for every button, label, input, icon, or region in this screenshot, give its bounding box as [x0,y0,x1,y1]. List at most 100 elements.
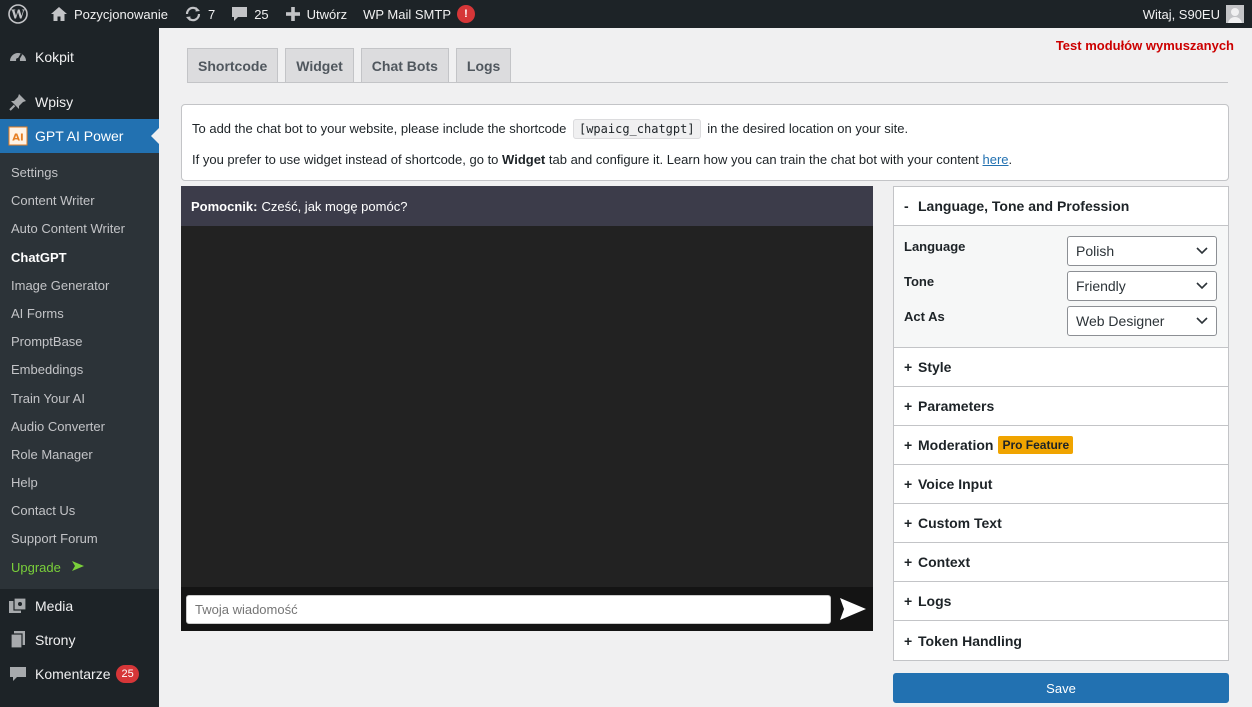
save-button[interactable]: Save [893,673,1229,703]
sidebar-item-media[interactable]: Media [0,589,159,623]
section-voice-input[interactable]: + Voice Input [894,465,1228,504]
field-act-as: Act As Web Designer [904,306,1217,341]
field-tone: Tone Friendly [904,271,1217,306]
chat-preview: Pomocnik: Cześć, jak mogę pomóc? [181,186,873,631]
sidebar-item-dashboard[interactable]: Kokpit [0,40,159,74]
train-link[interactable]: here [983,152,1009,167]
tabs-divider [187,82,1228,83]
wordpress-menu[interactable]: W [0,0,42,28]
comments-badge: 25 [116,664,139,683]
collapse-sign: - [904,198,909,214]
submenu-item-audio-converter[interactable]: Audio Converter [0,413,159,441]
submenu-item-train-your-ai[interactable]: Train Your AI [0,385,159,413]
bot-name: Pomocnik: [191,198,258,214]
plus-icon [285,7,300,21]
sidebar-item-pages[interactable]: Strony [0,623,159,657]
select-value: Friendly [1076,278,1126,294]
tab-chat-bots[interactable]: Chat Bots [360,48,449,83]
submenu-item-chatgpt[interactable]: ChatGPT [0,244,159,272]
submenu-item-promptbase[interactable]: PromptBase [0,328,159,356]
language-tone-body: Language Polish Tone Friendly Act As Web… [894,226,1228,348]
shortcode-instructions: To add the chat bot to your website, ple… [192,119,1218,139]
avatar-icon [1226,5,1244,23]
tab-shortcode[interactable]: Shortcode [187,48,279,83]
wp-mail-smtp-link[interactable]: WP Mail SMTP ! [355,0,483,28]
sidebar-item-label: Media [35,597,74,614]
upgrade-label: Upgrade [11,559,61,575]
sidebar-item-label: Komentarze [35,665,111,682]
section-context[interactable]: + Context [894,543,1228,582]
submenu-item-content-writer[interactable]: Content Writer [0,187,159,215]
widget-instructions: If you prefer to use widget instead of s… [192,150,1218,169]
section-style[interactable]: + Style [894,348,1228,387]
alert-icon: ! [457,5,475,23]
bot-message: Pomocnik: Cześć, jak mogę pomóc? [181,186,873,226]
updates-link[interactable]: 7 [176,0,223,28]
settings-accordion: - Language, Tone and Profession Language… [893,186,1229,661]
language-select[interactable]: Polish [1067,236,1217,266]
send-icon [840,598,866,620]
sidebar-item-label: Strony [35,631,76,648]
expand-sign: + [904,593,913,609]
info-text: If you prefer to use widget instead of s… [192,152,499,167]
section-token-handling[interactable]: + Token Handling [894,621,1228,660]
sidebar-item-label: Kokpit [35,49,74,65]
submenu-item-image-generator[interactable]: Image Generator [0,272,159,300]
home-icon [51,7,67,21]
submenu-item-contact-us[interactable]: Contact Us [0,497,159,525]
sidebar-item-posts[interactable]: Wpisy [0,85,159,119]
select-value: Web Designer [1076,313,1165,329]
submenu-item-help[interactable]: Help [0,469,159,497]
sidebar-item-gpt-ai-power[interactable]: AI GPT AI Power [0,119,159,153]
expand-sign: + [904,359,913,375]
updates-icon [185,6,201,22]
tab-bar: Shortcode Widget Chat Bots Logs [187,48,512,83]
info-text: in the desired location on your site. [707,121,909,136]
chevron-down-icon [1196,247,1208,255]
site-name-link[interactable]: Pozycjonowanie [42,0,176,28]
chat-message-input[interactable] [186,594,831,624]
greeting: Witaj, S90EU [1142,6,1220,22]
shortcode-info-box: To add the chat bot to your website, ple… [181,104,1229,181]
submenu-item-settings[interactable]: Settings [0,159,159,187]
info-text: tab and configure it. Learn how you can … [548,152,979,167]
chat-input-row [181,587,873,631]
field-label: Tone [904,274,935,289]
comment-icon [8,664,28,684]
send-button[interactable] [837,593,869,625]
main-content: Test modułów wymuszanych Shortcode Widge… [159,28,1252,707]
info-text: . [1008,152,1013,167]
submenu-item-ai-forms[interactable]: AI Forms [0,300,159,328]
tone-select[interactable]: Friendly [1067,271,1217,301]
admin-bar: W Pozycjonowanie 7 25 Utwórz WP Mail SMT… [0,0,1252,28]
expand-sign: + [904,515,913,531]
submenu-item-role-manager[interactable]: Role Manager [0,441,159,469]
svg-text:W: W [10,8,25,22]
submenu-item-upgrade[interactable]: Upgrade [0,554,159,582]
site-name: Pozycjonowanie [74,6,168,22]
section-logs[interactable]: + Logs [894,582,1228,621]
section-custom-text[interactable]: + Custom Text [894,504,1228,543]
new-content-link[interactable]: Utwórz [277,0,355,28]
sidebar-item-comments[interactable]: Komentarze 25 [0,657,159,691]
submenu-item-support-forum[interactable]: Support Forum [0,525,159,553]
bot-message-text: Cześć, jak mogę pomóc? [261,198,408,214]
dashboard-icon [8,47,28,67]
section-title: Logs [918,593,952,609]
comments-link[interactable]: 25 [223,0,276,28]
svg-text:AI: AI [12,133,23,144]
expand-sign: + [904,476,913,492]
expand-sign: + [904,632,913,649]
section-moderation[interactable]: + Moderation Pro Feature [894,426,1228,465]
field-label: Language [904,239,966,254]
section-language-tone-profession[interactable]: - Language, Tone and Profession [894,187,1228,226]
sidebar-item-label: GPT AI Power [35,128,124,144]
my-account-link[interactable]: Witaj, S90EU [1135,0,1252,28]
wordpress-logo-icon: W [8,4,28,24]
section-parameters[interactable]: + Parameters [894,387,1228,426]
submenu-item-embeddings[interactable]: Embeddings [0,356,159,384]
act-as-select[interactable]: Web Designer [1067,306,1217,336]
submenu-item-auto-content-writer[interactable]: Auto Content Writer [0,215,159,243]
tab-logs[interactable]: Logs [455,48,512,83]
tab-widget[interactable]: Widget [285,48,354,83]
